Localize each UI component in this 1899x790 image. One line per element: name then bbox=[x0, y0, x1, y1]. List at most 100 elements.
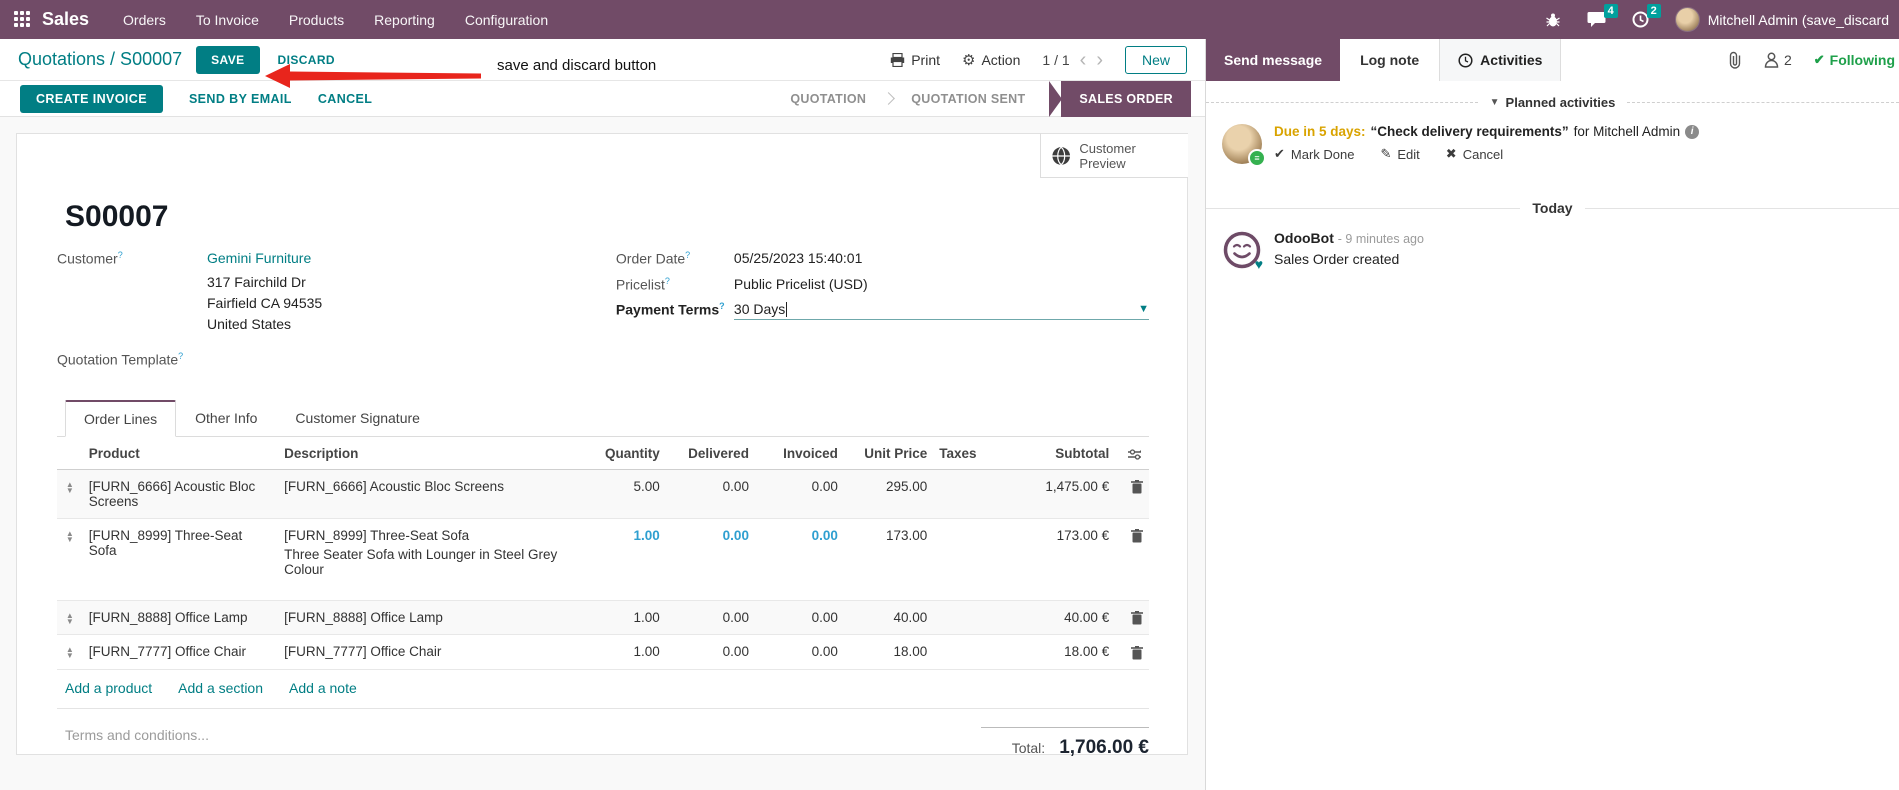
stage-quotation[interactable]: QUOTATION bbox=[776, 82, 880, 116]
col-quantity[interactable]: Quantity bbox=[586, 436, 666, 470]
print-button[interactable]: Print bbox=[890, 52, 940, 68]
order-lines-table: Product Description Quantity Delivered I… bbox=[57, 436, 1149, 670]
col-delivered[interactable]: Delivered bbox=[665, 436, 755, 470]
pricelist-field[interactable]: Public Pricelist (USD) bbox=[734, 276, 868, 293]
info-icon[interactable]: i bbox=[1685, 124, 1700, 139]
messages-icon[interactable]: 4 bbox=[1587, 4, 1618, 28]
menu-reporting[interactable]: Reporting bbox=[374, 12, 435, 28]
followers-button[interactable]: 2 bbox=[1764, 52, 1792, 68]
breadcrumb[interactable]: Quotations / S00007 bbox=[18, 49, 182, 70]
pager-value: 1 / 1 bbox=[1042, 52, 1070, 68]
following-button[interactable]: ✔ Following bbox=[1814, 52, 1895, 68]
menu-to-invoice[interactable]: To Invoice bbox=[196, 12, 259, 28]
tab-other-info[interactable]: Other Info bbox=[176, 400, 276, 437]
order-date-field[interactable]: 05/25/2023 15:40:01 bbox=[734, 250, 862, 267]
caret-down-icon: ▼ bbox=[1489, 97, 1500, 108]
edit-activity-button[interactable]: ✎ Edit bbox=[1380, 146, 1419, 162]
chatter-panel: Send message Log note Activities 2 ✔ Fol… bbox=[1205, 39, 1899, 790]
attachments-button[interactable] bbox=[1728, 51, 1742, 69]
col-invoiced[interactable]: Invoiced bbox=[754, 436, 844, 470]
total-value: 1,706.00 € bbox=[1059, 736, 1149, 758]
tab-order-lines[interactable]: Order Lines bbox=[65, 399, 177, 437]
planned-activities-divider: ▼ Planned activities bbox=[1206, 95, 1899, 110]
activity-assignee: for Mitchell Admin bbox=[1573, 124, 1681, 139]
customer-preview-label: Customer Preview bbox=[1079, 140, 1136, 171]
stage-sales-order[interactable]: SALES ORDER bbox=[1061, 80, 1191, 117]
planned-activities-toggle[interactable]: ▼ Planned activities bbox=[1490, 95, 1616, 110]
add-a-product-link[interactable]: Add a product bbox=[65, 680, 152, 696]
col-product[interactable]: Product bbox=[82, 436, 279, 470]
app-name[interactable]: Sales bbox=[42, 9, 89, 30]
address-line-3: United States bbox=[207, 316, 292, 332]
drag-handle-icon[interactable]: ▲ ▼ bbox=[63, 644, 77, 660]
annotation-text: save and discard button bbox=[497, 57, 657, 74]
text-cursor bbox=[786, 301, 788, 317]
pager-prev-icon[interactable]: ‹ bbox=[1080, 50, 1087, 70]
payment-terms-field[interactable]: 30 Days ▼ bbox=[733, 301, 1149, 321]
followers-count: 2 bbox=[1783, 52, 1792, 68]
menu-configuration[interactable]: Configuration bbox=[465, 12, 548, 28]
menu-products[interactable]: Products bbox=[289, 12, 344, 28]
add-a-section-link[interactable]: Add a section bbox=[178, 680, 263, 696]
send-message-button[interactable]: Send message bbox=[1206, 39, 1341, 81]
col-subtotal[interactable]: Subtotal bbox=[1002, 436, 1116, 470]
red-arrow-annotation bbox=[265, 64, 481, 88]
message-author[interactable]: OdooBot bbox=[1274, 230, 1334, 246]
table-row[interactable]: ▲ ▼ [FURN_6666] Acoustic Bloc Screens [FU… bbox=[57, 469, 1149, 519]
terms-placeholder[interactable]: Terms and conditions... bbox=[65, 727, 209, 759]
address-line-2: Fairfield CA 94535 bbox=[207, 295, 323, 311]
notebook-tabs: Order Lines Other Info Customer Signatur… bbox=[57, 399, 1149, 437]
debug-bug-icon[interactable] bbox=[1545, 12, 1561, 28]
col-taxes[interactable]: Taxes bbox=[933, 436, 1003, 470]
action-button[interactable]: ⚙ Action bbox=[962, 51, 1020, 69]
tab-customer-signature[interactable]: Customer Signature bbox=[276, 400, 439, 437]
pager: 1 / 1 ‹ › bbox=[1042, 50, 1103, 70]
drag-handle-icon[interactable]: ▲ ▼ bbox=[63, 479, 77, 494]
delete-row-icon[interactable] bbox=[1131, 479, 1143, 494]
activities-clock-icon[interactable]: 2 bbox=[1632, 4, 1661, 28]
add-a-note-link[interactable]: Add a note bbox=[289, 680, 357, 696]
customer-link[interactable]: Gemini Furniture bbox=[207, 250, 311, 266]
send-by-email-button[interactable]: SEND BY EMAIL bbox=[189, 92, 292, 106]
col-unit-price[interactable]: Unit Price bbox=[843, 436, 934, 470]
pager-next-icon[interactable]: › bbox=[1096, 50, 1103, 70]
cancel-button[interactable]: CANCEL bbox=[318, 92, 372, 106]
clock-icon bbox=[1458, 52, 1473, 68]
activity-avatar[interactable]: ≡ bbox=[1222, 124, 1266, 167]
delete-row-icon[interactable] bbox=[1131, 528, 1143, 543]
drag-handle-icon[interactable]: ▲ ▼ bbox=[63, 528, 77, 543]
today-divider: Today bbox=[1206, 200, 1899, 216]
delete-row-icon[interactable] bbox=[1131, 610, 1143, 625]
customer-preview-button[interactable]: Customer Preview bbox=[1040, 133, 1188, 178]
user-name[interactable]: Mitchell Admin (save_discard bbox=[1708, 12, 1889, 28]
customer-label: Customer? bbox=[57, 250, 123, 267]
table-row[interactable]: ▲ ▼ [FURN_8888] Office Lamp [FURN_8888] O… bbox=[57, 600, 1149, 636]
new-button[interactable]: New bbox=[1124, 46, 1187, 74]
activities-button[interactable]: Activities bbox=[1439, 39, 1562, 81]
delete-row-icon[interactable] bbox=[1131, 644, 1143, 660]
menu-orders[interactable]: Orders bbox=[123, 12, 166, 28]
message-time: - 9 minutes ago bbox=[1337, 232, 1424, 246]
cancel-activity-button[interactable]: ✖ Cancel bbox=[1446, 146, 1503, 162]
drag-handle-icon[interactable]: ▲ ▼ bbox=[63, 610, 77, 625]
mark-done-button[interactable]: ✔ Mark Done bbox=[1274, 146, 1354, 162]
order-date-label: Order Date? bbox=[615, 250, 691, 267]
create-invoice-button[interactable]: CREATE INVOICE bbox=[20, 84, 163, 113]
table-row[interactable]: ▲ ▼ [FURN_7777] Office Chair [FURN_7777] … bbox=[57, 634, 1149, 670]
save-button[interactable]: SAVE bbox=[196, 45, 260, 74]
paperclip-icon bbox=[1729, 51, 1741, 69]
address-line-1: 317 Fairchild Dr bbox=[207, 274, 306, 290]
table-row[interactable]: ▲ ▼ [FURN_8999] Three-Seat Sofa [FURN_899… bbox=[57, 518, 1149, 601]
total-label: Total: bbox=[1011, 739, 1046, 756]
stage-quotation-sent[interactable]: QUOTATION SENT bbox=[897, 82, 1039, 116]
optional-columns-button[interactable] bbox=[1115, 436, 1149, 470]
apps-grid-icon[interactable] bbox=[14, 10, 32, 29]
x-icon: ✖ bbox=[1445, 146, 1457, 161]
globe-icon bbox=[1052, 146, 1071, 165]
quotation-template-label: Quotation Template? bbox=[57, 351, 184, 368]
user-avatar[interactable] bbox=[1674, 7, 1700, 32]
dropdown-caret-icon[interactable]: ▼ bbox=[1138, 303, 1149, 315]
log-note-button[interactable]: Log note bbox=[1340, 39, 1439, 81]
activity-item: ≡ Due in 5 days: “Check delivery require… bbox=[1206, 114, 1899, 170]
col-description[interactable]: Description bbox=[278, 436, 587, 470]
